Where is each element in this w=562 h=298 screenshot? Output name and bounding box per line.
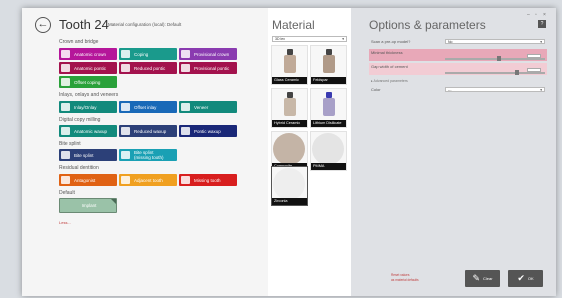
material-glass-ceramic[interactable]: Glass Ceramic: [271, 45, 308, 85]
tooth-icon: [121, 176, 130, 184]
slider-knob[interactable]: [515, 70, 519, 75]
checkmark-icon: ✔: [517, 273, 525, 283]
section-label-residual: Residual dentition: [59, 165, 99, 171]
material-pmma[interactable]: PMMA: [310, 131, 347, 171]
tooth-icon: [61, 50, 70, 58]
thickness-value-field[interactable]: [527, 54, 541, 58]
material-disc-icon: [273, 133, 305, 165]
advanced-parameters-toggle[interactable]: ▸ Advanced parameters: [371, 79, 408, 83]
material-composite[interactable]: Composite: [271, 131, 308, 171]
tile-reduced-pontic[interactable]: Reduced pontic: [119, 62, 177, 74]
waxup-icon: [181, 127, 190, 135]
back-button[interactable]: ←: [35, 17, 51, 33]
tooth-icon: [181, 50, 190, 58]
tile-anatomic-pontic[interactable]: Anatomic pontic: [59, 62, 117, 74]
tile-provisional-pontic[interactable]: Provisional pontic: [179, 62, 237, 74]
close-icon[interactable]: ×: [543, 12, 546, 18]
material-vial-icon: [319, 49, 339, 75]
page-subtitle: Material configuration (local): Default: [108, 22, 182, 27]
options-panel: Options & parameters – ▫ × ? Scan a pre-…: [351, 8, 556, 296]
tile-bite-splint-missing-tooth[interactable]: Bite splint (missing tooth): [119, 149, 177, 161]
scan-preop-select[interactable]: No ▾: [445, 39, 545, 44]
section-label-copy-milling: Digital copy milling: [59, 117, 101, 123]
less-link[interactable]: Less...: [59, 220, 71, 225]
slider-knob[interactable]: [497, 56, 501, 61]
material-hybrid-ceramic[interactable]: Hybrid Ceramic: [271, 88, 308, 128]
gap-width-slider[interactable]: [445, 68, 545, 75]
tooth-icon: [61, 78, 70, 86]
minimize-icon[interactable]: –: [527, 12, 530, 18]
tile-veneer[interactable]: Veneer: [179, 101, 237, 113]
material-feldspar[interactable]: Feldspar: [310, 45, 347, 85]
scan-preop-row: Scan a pre-op model? No ▾: [369, 38, 547, 45]
waxup-icon: [121, 127, 130, 135]
section-label-inlays: Inlays, onlays and veneers: [59, 92, 119, 98]
maximize-icon[interactable]: ▫: [535, 12, 537, 18]
page-title: Tooth 24: [59, 17, 109, 32]
section-label-default: Default: [59, 190, 75, 196]
tile-offset-inlay[interactable]: Offset inlay: [119, 101, 177, 113]
veneer-icon: [181, 103, 190, 111]
material-vial-icon: [280, 49, 300, 75]
material-disc-icon: [312, 133, 344, 165]
clear-brush-icon: ✎: [472, 273, 480, 283]
splint-icon: [61, 151, 70, 159]
missing-tooth-icon: [181, 176, 190, 184]
reset-values-link[interactable]: Reset values as material defaults: [391, 273, 419, 283]
tile-pontic-waxup[interactable]: Pontic waxup: [179, 125, 237, 137]
ok-button[interactable]: ✔ OK: [508, 270, 543, 287]
selected-corner-icon: [111, 199, 116, 204]
restoration-type-panel: ← Tooth 24 Material configuration (local…: [22, 8, 268, 296]
pontic-icon: [121, 64, 130, 72]
material-vial-icon: [319, 92, 339, 118]
tile-reduced-waxup[interactable]: Reduced waxup: [119, 125, 177, 137]
tile-adjacent-tooth[interactable]: Adjacent tooth: [119, 174, 177, 186]
help-button[interactable]: ?: [538, 20, 546, 28]
tile-anatomic-waxup[interactable]: Anatomic waxup: [59, 125, 117, 137]
pontic-icon: [181, 64, 190, 72]
options-title: Options & parameters: [369, 18, 486, 32]
minimal-thickness-row: Minimal thickness: [369, 49, 547, 61]
chevron-down-icon: ▾: [342, 37, 344, 41]
inlay-icon: [61, 103, 70, 111]
section-label-bite-splint: Bite splint: [59, 141, 81, 147]
material-disc-icon: [273, 168, 305, 200]
chevron-down-icon: ▾: [540, 40, 542, 44]
chevron-down-icon: ▾: [540, 88, 542, 92]
tile-antagonist[interactable]: Antagonist: [59, 174, 117, 186]
gap-value-field[interactable]: [527, 68, 541, 72]
color-row: Color --- ▾: [369, 86, 547, 93]
antagonist-icon: [61, 176, 70, 184]
tile-missing-tooth[interactable]: Missing tooth: [179, 174, 237, 186]
material-manufacturer-select[interactable]: 3D lex ▾: [272, 36, 347, 42]
clear-button[interactable]: ✎ Clear: [465, 270, 500, 287]
pontic-icon: [61, 64, 70, 72]
material-title: Material: [272, 18, 315, 32]
splint-icon: [121, 151, 130, 159]
material-lithium-disilicate[interactable]: Lithium Disilicate: [310, 88, 347, 128]
material-panel: Material 3D lex ▾ Glass Ceramic Feldspar …: [268, 8, 351, 296]
tile-coping[interactable]: Coping: [119, 48, 177, 60]
material-zirconia[interactable]: Zirconia: [271, 166, 308, 206]
tooth-icon: [121, 50, 130, 58]
gap-width-row: Gap width of cement: [369, 63, 547, 75]
material-vial-icon: [280, 92, 300, 118]
color-select[interactable]: --- ▾: [445, 87, 545, 92]
tile-anatomic-crown[interactable]: Anatomic crown: [59, 48, 117, 60]
tile-inlay-onlay[interactable]: Inlay/Onlay: [59, 101, 117, 113]
tile-offset-coping[interactable]: Offset coping: [59, 76, 117, 88]
app-window: ← Tooth 24 Material configuration (local…: [22, 8, 556, 296]
tile-bite-splint[interactable]: Bite splint: [59, 149, 117, 161]
tile-provisional-crown[interactable]: Provisional crown: [179, 48, 237, 60]
section-label-crown-bridge: Crown and bridge: [59, 39, 99, 45]
minimal-thickness-slider[interactable]: [445, 54, 545, 61]
inlay-icon: [121, 103, 130, 111]
tile-implant[interactable]: Implant: [59, 198, 117, 213]
waxup-icon: [61, 127, 70, 135]
back-arrow-icon: ←: [37, 18, 49, 30]
